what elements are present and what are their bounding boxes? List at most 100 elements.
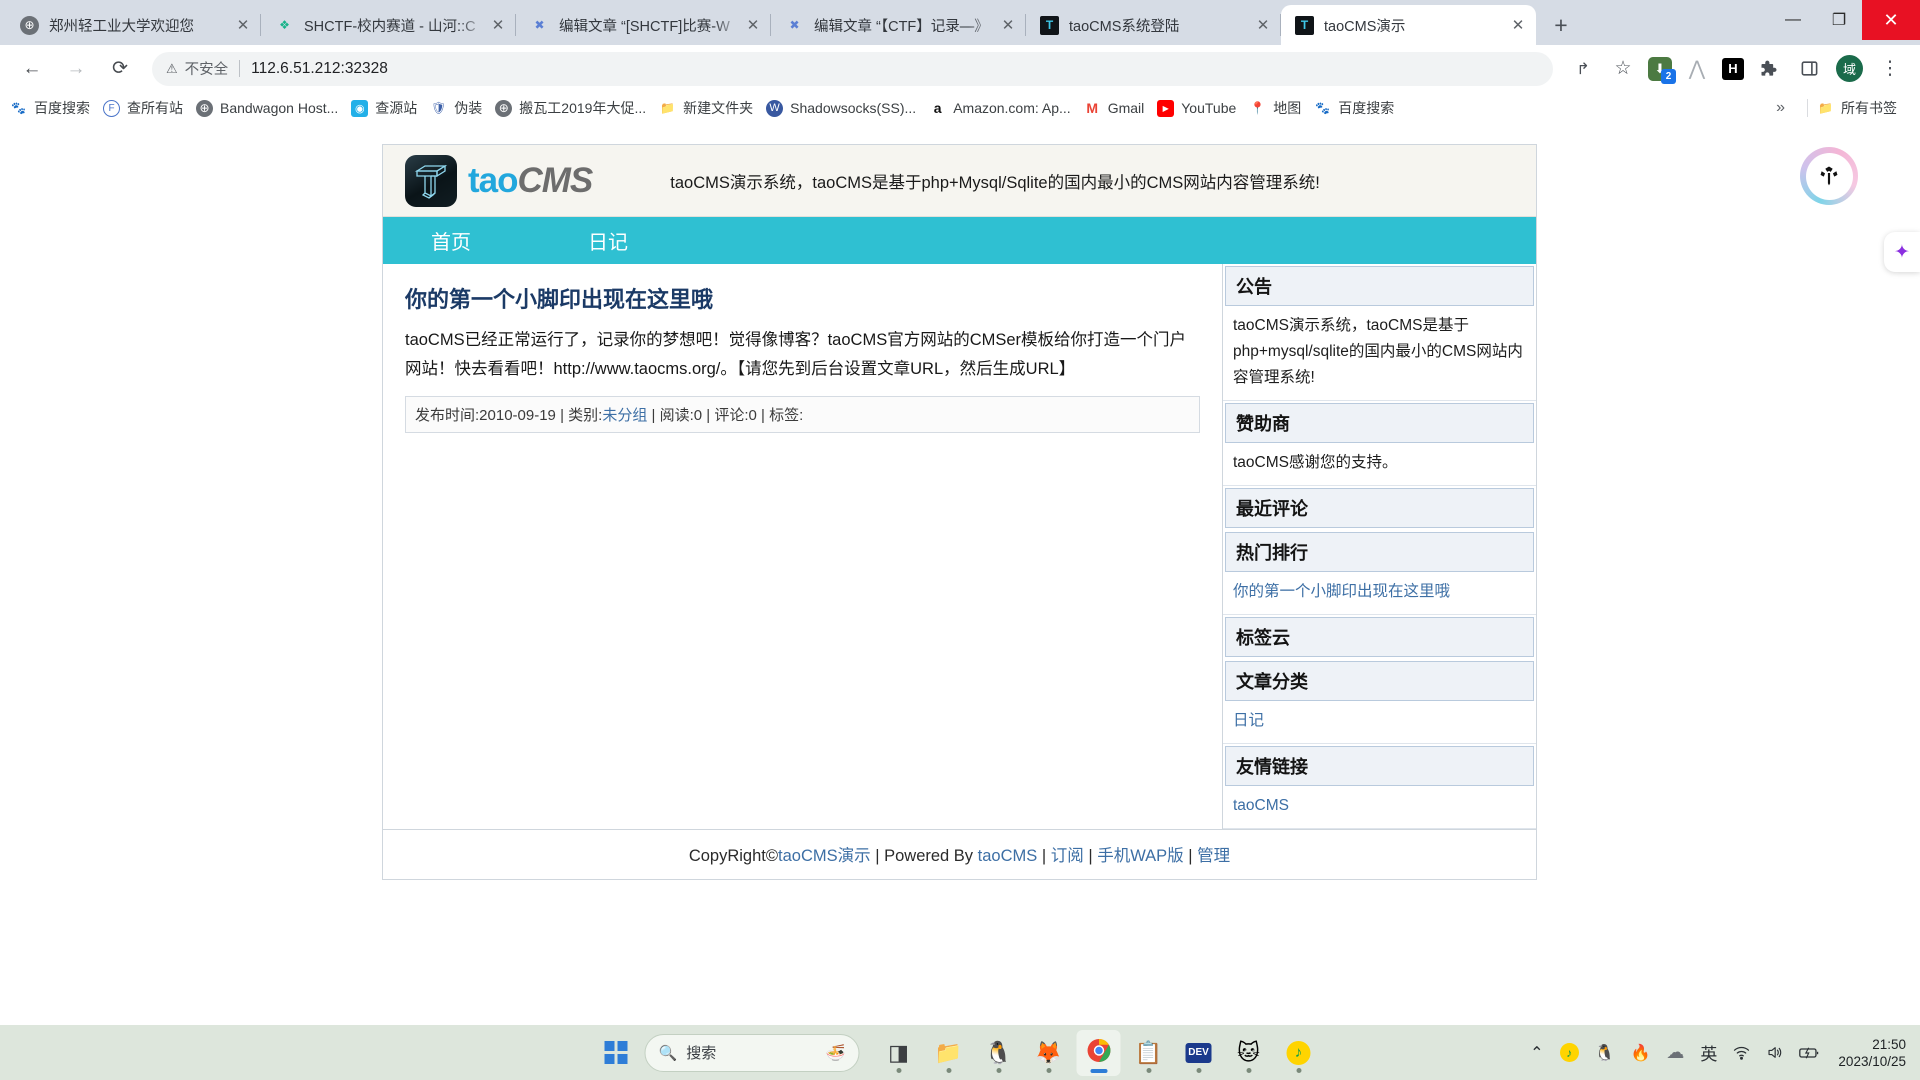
profile-avatar[interactable]: 域 bbox=[1836, 55, 1863, 82]
tab-close-button[interactable]: ✕ bbox=[996, 13, 1020, 37]
start-grid bbox=[604, 1041, 627, 1064]
meta-publish-label: 发布时间: bbox=[415, 407, 480, 424]
taskbar-app-wireshark[interactable]: 🐱 bbox=[1227, 1030, 1271, 1076]
qq-music-tray-icon[interactable]: ♪ bbox=[1559, 1043, 1579, 1062]
bookmark-item[interactable]: a Amazon.com: Ap... bbox=[929, 100, 1071, 117]
baidu-icon: 🐾 bbox=[11, 101, 26, 115]
restore-button[interactable]: ❐ bbox=[1816, 0, 1862, 40]
bookmark-item[interactable]: 📍 地图 bbox=[1249, 98, 1301, 118]
new-tab-button[interactable]: + bbox=[1544, 8, 1578, 42]
close-window-button[interactable]: ✕ bbox=[1862, 0, 1920, 40]
bookmark-item[interactable]: 🐾 百度搜索 bbox=[10, 98, 90, 118]
taskbar-search-input[interactable]: 🔍 搜索 🍜 bbox=[644, 1033, 860, 1072]
reload-button[interactable]: ⟳ bbox=[103, 52, 137, 86]
bookmark-item[interactable]: ⊕ 搬瓦工2019年大促... bbox=[495, 98, 646, 118]
bookmark-item[interactable]: 📁 新建文件夹 bbox=[659, 98, 753, 118]
sidebar-heading-friend-links: 友情链接 bbox=[1225, 746, 1534, 786]
tab-close-button[interactable]: ✕ bbox=[741, 13, 765, 37]
sidebar-link-category-diary[interactable]: 日记 bbox=[1233, 712, 1264, 729]
sidebar-column: 公告 taoCMS演示系统，taoCMS是基于php+mysql/sqlite的… bbox=[1223, 264, 1536, 829]
browser-tab[interactable]: ✖ 编辑文章 “【CTF】记录—》 ✕ bbox=[771, 5, 1026, 45]
bookmark-label: 地图 bbox=[1273, 100, 1302, 116]
taskbar-app-firefox[interactable]: 🦊 bbox=[1027, 1030, 1071, 1076]
extensions-puzzle-icon[interactable] bbox=[1754, 54, 1784, 84]
taskbar-app-devcpp[interactable]: DEV bbox=[1177, 1030, 1221, 1076]
yuanbao-orb-icon[interactable] bbox=[1800, 147, 1858, 205]
address-bar[interactable]: ⚠ 不安全 112.6.51.212:32328 bbox=[152, 51, 1553, 86]
taskbar-clock[interactable]: 21:50 2023/10/25 bbox=[1838, 1036, 1906, 1070]
site-body: 你的第一个小脚印出现在这里哦 taoCMS已经正常运行了，记录你的梦想吧！觉得像… bbox=[383, 264, 1536, 829]
meta-category-link[interactable]: 未分组 bbox=[602, 407, 647, 424]
nav-item-diary[interactable]: 日记 bbox=[588, 226, 628, 255]
forward-button[interactable]: → bbox=[59, 52, 93, 86]
bookmark-item[interactable]: ▶ YouTube bbox=[1157, 99, 1236, 117]
nav-item-home[interactable]: 首页 bbox=[431, 226, 471, 255]
taocms-logo-icon bbox=[405, 154, 457, 207]
article-meta: 发布时间:2010-09-19 | 类别:未分组 | 阅读:0 | 评论:0 |… bbox=[405, 396, 1200, 433]
back-button[interactable]: ← bbox=[15, 52, 49, 86]
ime-indicator[interactable]: 英 bbox=[1700, 1040, 1717, 1065]
minimize-button[interactable]: — bbox=[1770, 0, 1816, 40]
taskbar-app-file-explorer[interactable]: 📁 bbox=[927, 1030, 971, 1076]
browser-tab[interactable]: ❖ SHCTF-校内赛道 - 山河::C ✕ bbox=[261, 5, 516, 45]
wifi-icon[interactable] bbox=[1733, 1046, 1750, 1060]
bookmark-item[interactable]: W Shadowsocks(SS)... bbox=[766, 99, 916, 117]
download-manager-icon[interactable]: ⬇ 2 bbox=[1648, 56, 1676, 84]
footer-link-subscribe[interactable]: 订阅 bbox=[1051, 847, 1084, 865]
bookmark-label: 百度搜索 bbox=[1338, 100, 1395, 116]
qq-tray-icon[interactable]: 🐧 bbox=[1595, 1043, 1615, 1063]
footer-site-link[interactable]: taoCMS演示 bbox=[778, 847, 871, 865]
taskbar-app-qq-music[interactable]: ♪ bbox=[1277, 1030, 1321, 1076]
browser-menu-button[interactable]: ⋮ bbox=[1875, 54, 1905, 84]
warning-triangle-icon: ⚠ bbox=[166, 60, 178, 76]
browser-tab[interactable]: ⊕ 郑州轻工业大学欢迎您 ✕ bbox=[6, 5, 261, 45]
side-panel-icon[interactable] bbox=[1794, 54, 1824, 84]
bookmark-star-icon[interactable]: ☆ bbox=[1608, 54, 1638, 84]
tab-close-button[interactable]: ✕ bbox=[231, 13, 255, 37]
taskbar-app-qq[interactable]: 🐧 bbox=[977, 1030, 1021, 1076]
bookmark-item[interactable]: 🐾 百度搜索 bbox=[1314, 98, 1394, 118]
footer-link-admin[interactable]: 管理 bbox=[1197, 847, 1230, 865]
tab-strip: ⊕ 郑州轻工业大学欢迎您 ✕ ❖ SHCTF-校内赛道 - 山河::C ✕ ✖ … bbox=[0, 0, 1920, 45]
browser-tab[interactable]: ✖ 编辑文章 “[SHCTF]比赛-W ✕ bbox=[516, 5, 771, 45]
tab-close-button[interactable]: ✕ bbox=[486, 13, 510, 37]
volume-icon[interactable] bbox=[1766, 1045, 1783, 1060]
taskbar-center-group: 🔍 搜索 🍜 ◨ 📁 🐧 🦊 📋 DEV 🐱 ♪ bbox=[597, 1029, 1324, 1076]
site-slogan: taoCMS演示系统，taoCMS是基于php+Mysql/Sqlite的国内最… bbox=[670, 173, 1320, 192]
pin-icon: ◉ bbox=[351, 99, 369, 117]
windows-start-icon[interactable] bbox=[597, 1034, 635, 1072]
sidebar-link-taocms[interactable]: taoCMS bbox=[1233, 797, 1289, 814]
bookmark-item[interactable]: F 查所有站 bbox=[103, 98, 183, 118]
footer-powered-label: | Powered By bbox=[870, 847, 978, 865]
bookmark-item[interactable]: M Gmail bbox=[1084, 100, 1144, 117]
taskbar-app-task-view[interactable]: ◨ bbox=[877, 1030, 921, 1076]
bookmark-item[interactable]: 🛡 伪装 bbox=[430, 98, 482, 118]
extension-h-icon[interactable]: H bbox=[1722, 57, 1744, 80]
sidebar-link-hot-article[interactable]: 你的第一个小脚印出现在这里哦 bbox=[1233, 583, 1450, 600]
bookmarks-overflow-button[interactable]: » bbox=[1776, 99, 1785, 117]
battery-icon[interactable] bbox=[1799, 1046, 1820, 1060]
tab-close-button[interactable]: ✕ bbox=[1506, 13, 1530, 37]
share-icon[interactable]: ↱ bbox=[1568, 54, 1598, 84]
tab-close-button[interactable]: ✕ bbox=[1251, 13, 1275, 37]
browser-tab[interactable]: T taoCMS系统登陆 ✕ bbox=[1026, 5, 1281, 45]
huorong-tray-icon[interactable]: 🔥 bbox=[1631, 1043, 1651, 1063]
extension-aa-icon[interactable]: ⋀ bbox=[1682, 54, 1712, 84]
browser-tab-active[interactable]: T taoCMS演示 ✕ bbox=[1281, 5, 1536, 45]
all-bookmarks-button[interactable]: 📁 所有书签 bbox=[1817, 98, 1897, 118]
footer-link-wap[interactable]: 手机WAP版 bbox=[1097, 847, 1183, 865]
folder-icon: 📁 bbox=[1818, 101, 1833, 115]
bookmark-item[interactable]: ⊕ Bandwagon Host... bbox=[196, 99, 338, 117]
maps-icon: 📍 bbox=[1250, 101, 1266, 115]
taskbar-app-notepad[interactable]: 📋 bbox=[1127, 1030, 1171, 1076]
browser-window: ⊕ 郑州轻工业大学欢迎您 ✕ ❖ SHCTF-校内赛道 - 山河::C ✕ ✖ … bbox=[0, 0, 1920, 1025]
sidebar-heading-categories: 文章分类 bbox=[1225, 661, 1534, 701]
system-tray: ⌃ ♪ 🐧 🔥 ☁ 英 21:50 2023/10/25 bbox=[1522, 1036, 1906, 1070]
show-hidden-icons-button[interactable]: ⌃ bbox=[1530, 1043, 1543, 1063]
taskbar-app-chrome[interactable] bbox=[1076, 1029, 1121, 1076]
sparkle-ai-icon[interactable]: ✦ bbox=[1884, 232, 1920, 272]
bookmark-item[interactable]: ◉ 查源站 bbox=[351, 98, 417, 118]
footer-engine-link[interactable]: taoCMS bbox=[978, 847, 1038, 865]
article-title[interactable]: 你的第一个小脚印出现在这里哦 bbox=[405, 282, 1200, 314]
cloud-tray-icon[interactable]: ☁ bbox=[1666, 1042, 1684, 1063]
